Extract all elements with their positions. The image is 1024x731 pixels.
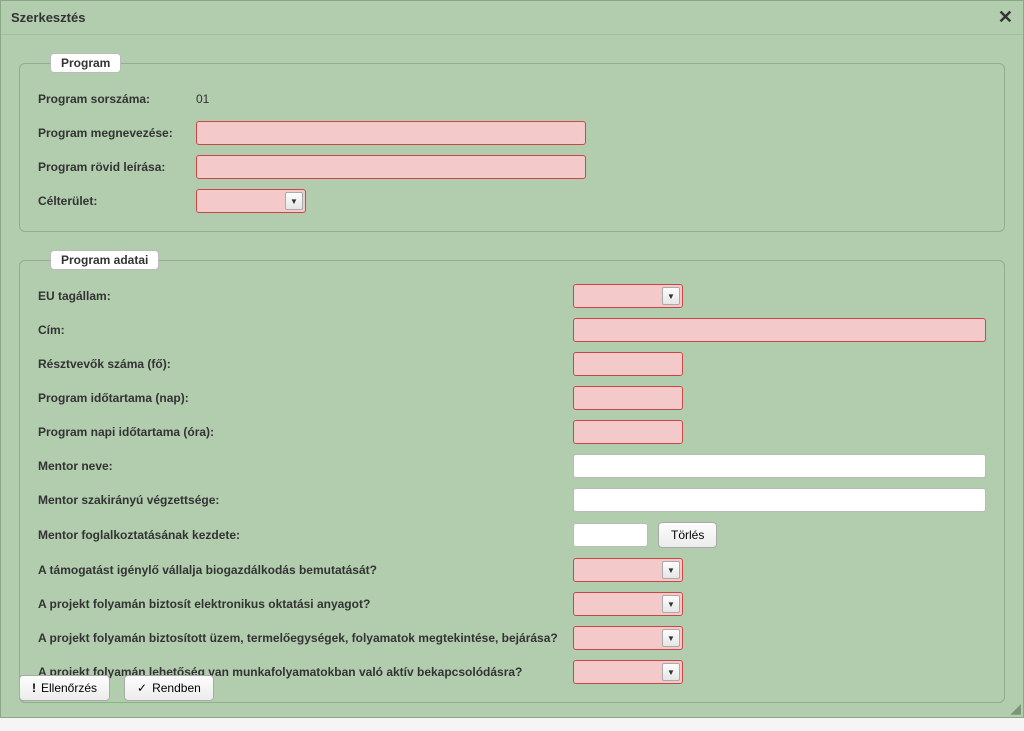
row-idotartam-nap: Program időtartama (nap): [38, 386, 986, 410]
row-cim: Cím: [38, 318, 986, 342]
label-resztvevok: Résztvevők száma (fő): [38, 357, 573, 371]
chevron-down-icon: ▼ [662, 287, 680, 305]
dialog-header: Szerkesztés ✕ [1, 1, 1023, 35]
input-mentor-neve[interactable] [573, 454, 986, 478]
chevron-down-icon: ▼ [662, 629, 680, 647]
value-sorszam: 01 [196, 92, 209, 106]
ellenorzes-button[interactable]: Ellenőrzés [19, 675, 110, 701]
select-celterulet[interactable]: ▼ [196, 189, 306, 213]
exclaim-icon [32, 681, 36, 695]
select-q-bio[interactable]: ▼ [573, 558, 683, 582]
row-megnevezes: Program megnevezése: [38, 121, 986, 145]
select-q-uzem[interactable]: ▼ [573, 626, 683, 650]
label-q-uzem: A projekt folyamán biztosított üzem, ter… [38, 631, 573, 645]
close-icon[interactable]: ✕ [998, 7, 1013, 28]
label-mentor-kezdet: Mentor foglalkoztatásának kezdete: [38, 528, 573, 542]
row-q-uzem: A projekt folyamán biztosított üzem, ter… [38, 626, 986, 650]
input-mentor-kezdet[interactable] [573, 523, 648, 547]
ellenorzes-label: Ellenőrzés [41, 681, 97, 695]
row-mentor-neve: Mentor neve: [38, 454, 986, 478]
label-idotartam-ora: Program napi időtartama (óra): [38, 425, 573, 439]
check-icon [137, 681, 147, 695]
input-megnevezes[interactable] [196, 121, 586, 145]
label-celterulet: Célterület: [38, 194, 196, 208]
label-eu: EU tagállam: [38, 289, 573, 303]
label-q-bio: A támogatást igénylő vállalja biogazdálk… [38, 563, 573, 577]
input-cim[interactable] [573, 318, 986, 342]
select-q-munka[interactable]: ▼ [573, 660, 683, 684]
section-program-legend: Program [50, 53, 121, 73]
row-celterulet: Célterület: ▼ [38, 189, 986, 213]
input-idotartam-ora[interactable] [573, 420, 683, 444]
chevron-down-icon: ▼ [662, 595, 680, 613]
chevron-down-icon: ▼ [662, 561, 680, 579]
torles-button[interactable]: Törlés [658, 522, 717, 548]
row-mentor-kezdet: Mentor foglalkoztatásának kezdete: Törlé… [38, 522, 986, 548]
input-resztvevok[interactable] [573, 352, 683, 376]
row-eu: EU tagállam: ▼ [38, 284, 986, 308]
resize-grip-icon[interactable]: ◢ [1007, 701, 1021, 715]
label-q-elearn: A projekt folyamán biztosít elektronikus… [38, 597, 573, 611]
chevron-down-icon: ▼ [662, 663, 680, 681]
dialog-footer: Ellenőrzés Rendben [19, 675, 214, 701]
row-q-bio: A támogatást igénylő vállalja biogazdálk… [38, 558, 986, 582]
section-adatai: Program adatai EU tagállam: ▼ Cím: Részt… [19, 250, 1005, 703]
torles-button-label: Törlés [671, 528, 704, 542]
row-resztvevok: Résztvevők száma (fő): [38, 352, 986, 376]
input-mentor-vegzettseg[interactable] [573, 488, 986, 512]
label-mentor-vegzettseg: Mentor szakirányú végzettsége: [38, 493, 573, 507]
label-leiras: Program rövid leírása: [38, 160, 196, 174]
row-leiras: Program rövid leírása: [38, 155, 986, 179]
rendben-label: Rendben [152, 681, 201, 695]
row-sorszam: Program sorszáma: 01 [38, 87, 986, 111]
row-mentor-vegzettseg: Mentor szakirányú végzettsége: [38, 488, 986, 512]
edit-dialog: Szerkesztés ✕ Program Program sorszáma: … [0, 0, 1024, 718]
input-leiras[interactable] [196, 155, 586, 179]
dialog-title: Szerkesztés [11, 10, 85, 25]
chevron-down-icon: ▼ [285, 192, 303, 210]
label-idotartam-nap: Program időtartama (nap): [38, 391, 573, 405]
label-mentor-neve: Mentor neve: [38, 459, 573, 473]
label-megnevezes: Program megnevezése: [38, 126, 196, 140]
row-q-elearn: A projekt folyamán biztosít elektronikus… [38, 592, 986, 616]
section-program: Program Program sorszáma: 01 Program meg… [19, 53, 1005, 232]
select-eu[interactable]: ▼ [573, 284, 683, 308]
section-adatai-legend: Program adatai [50, 250, 159, 270]
dialog-body: Program Program sorszáma: 01 Program meg… [1, 35, 1023, 731]
row-idotartam-ora: Program napi időtartama (óra): [38, 420, 986, 444]
select-q-elearn[interactable]: ▼ [573, 592, 683, 616]
input-idotartam-nap[interactable] [573, 386, 683, 410]
label-cim: Cím: [38, 323, 573, 337]
label-sorszam: Program sorszáma: [38, 92, 196, 106]
rendben-button[interactable]: Rendben [124, 675, 214, 701]
